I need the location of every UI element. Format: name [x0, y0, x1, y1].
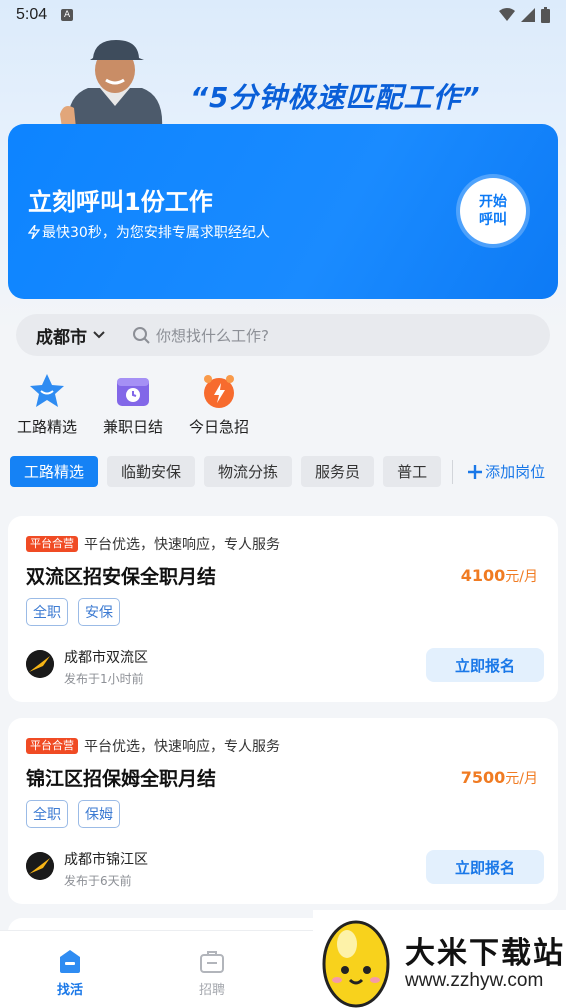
rice-mascot-icon — [322, 920, 390, 1008]
briefcase-active-icon — [60, 950, 80, 973]
job-tag: 保姆 — [78, 800, 120, 828]
company-logo-icon — [26, 852, 54, 880]
search-icon — [133, 327, 150, 344]
start-call-button[interactable]: 开始呼叫 — [460, 178, 526, 244]
status-time: 5:04 — [16, 6, 48, 23]
banner-subtitle-text: 最快30秒，为您安排专属求职经纪人 — [42, 225, 270, 241]
job-title: 双流区招安保全职月结 — [26, 566, 217, 588]
job-card[interactable]: 平台合营 平台优选，快速响应，专人服务 锦江区招保姆全职月结 7500元/月 全… — [8, 718, 558, 904]
quick-link-selected-jobs[interactable]: 工路精选 — [14, 372, 80, 437]
call-banner[interactable]: 立刻呼叫1份工作 最快30秒，为您安排专属求职经纪人 开始呼叫 — [8, 124, 558, 299]
tab-waiter[interactable]: 服务员 — [301, 456, 375, 487]
job-salary: 4100元/月 — [460, 566, 538, 585]
chevron-down-icon — [93, 331, 105, 339]
job-tag: 全职 — [26, 800, 68, 828]
job-card[interactable]: 平台合营 平台优选，快速响应，专人服务 双流区招安保全职月结 4100元/月 全… — [8, 516, 558, 702]
job-tag: 安保 — [78, 598, 120, 626]
wifi-icon — [499, 8, 515, 21]
job-tagline: 平台合营 平台优选，快速响应，专人服务 — [26, 534, 280, 554]
quick-link-label: 今日急招 — [188, 418, 249, 436]
apply-button[interactable]: 立即报名 — [426, 648, 544, 682]
status-bar: 5:04 A — [0, 0, 566, 30]
quick-link-urgent[interactable]: 今日急招 — [186, 372, 252, 437]
nav-label: 招聘 — [198, 983, 225, 998]
company-logo-icon — [26, 650, 54, 678]
city-selector[interactable]: 成都市 — [16, 323, 132, 348]
category-tabs: 工路精选 临勤安保 物流分拣 服务员 普工 添加岗位 — [10, 456, 566, 487]
add-post-label: 添加岗位 — [485, 463, 546, 481]
status-icons — [499, 7, 550, 23]
tagline-text: 平台优选，快速响应，专人服务 — [84, 537, 280, 553]
alarm-lightning-icon — [204, 375, 234, 408]
nav-label: 找活 — [56, 983, 83, 998]
job-tagline: 平台合营 平台优选，快速响应，专人服务 — [26, 736, 280, 756]
watermark-url: www.zzhyw.com — [405, 970, 544, 991]
job-tag: 全职 — [26, 598, 68, 626]
quick-link-label: 工路精选 — [16, 418, 77, 436]
add-post-button[interactable]: 添加岗位 — [468, 461, 545, 482]
job-posted-time: 发布于1小时前 — [64, 672, 144, 686]
quick-link-parttime[interactable]: 兼职日结 — [100, 372, 166, 437]
tab-logistics[interactable]: 物流分拣 — [204, 456, 293, 487]
search-bar: 成都市 你想找什么工作? — [16, 314, 550, 356]
nav-find-work[interactable]: 找活 — [30, 947, 110, 998]
nav-recruit[interactable]: 招聘 — [172, 947, 252, 998]
agent-illustration — [60, 40, 163, 128]
lightning-icon — [28, 225, 40, 239]
banner-subtitle: 最快30秒，为您安排专属求职经纪人 — [28, 222, 270, 242]
watermark-title: 大米下载站 — [405, 936, 565, 971]
signal-icon — [521, 8, 535, 22]
job-posted-time: 发布于6天前 — [64, 874, 132, 888]
quick-links: 工路精选 兼职日结 今日急招 — [14, 372, 252, 437]
tab-general-worker[interactable]: 普工 — [383, 456, 442, 487]
tagline-text: 平台优选，快速响应，专人服务 — [84, 739, 280, 755]
search-placeholder: 你想找什么工作? — [156, 326, 269, 345]
search-input[interactable]: 你想找什么工作? — [132, 325, 269, 346]
calendar-clock-icon — [117, 378, 149, 406]
site-watermark: 大米下载站 www.zzhyw.com — [313, 910, 566, 1008]
tab-selected-jobs[interactable]: 工路精选 — [10, 456, 99, 487]
banner-title: 立刻呼叫1份工作 — [28, 188, 213, 216]
notification-icon: A — [61, 9, 74, 21]
battery-icon — [541, 7, 550, 23]
job-tags: 全职 保姆 — [26, 800, 120, 828]
platform-badge: 平台合营 — [26, 536, 78, 552]
job-salary: 7500元/月 — [460, 768, 538, 787]
quick-link-label: 兼职日结 — [102, 418, 163, 436]
job-tags: 全职 安保 — [26, 598, 120, 626]
job-location: 成都市双流区 — [64, 650, 148, 666]
tab-divider — [452, 459, 454, 484]
tab-security[interactable]: 临勤安保 — [107, 456, 196, 487]
plus-icon — [468, 464, 483, 479]
job-title: 锦江区招保姆全职月结 — [26, 768, 217, 790]
apply-button[interactable]: 立即报名 — [426, 850, 544, 884]
briefcase-icon — [200, 951, 224, 973]
city-name: 成都市 — [36, 327, 87, 348]
hero-slogan: “5分钟极速匹配工作” — [190, 81, 481, 114]
job-location: 成都市锦江区 — [64, 852, 148, 868]
star-badge-icon — [30, 374, 64, 407]
platform-badge: 平台合营 — [26, 738, 78, 754]
